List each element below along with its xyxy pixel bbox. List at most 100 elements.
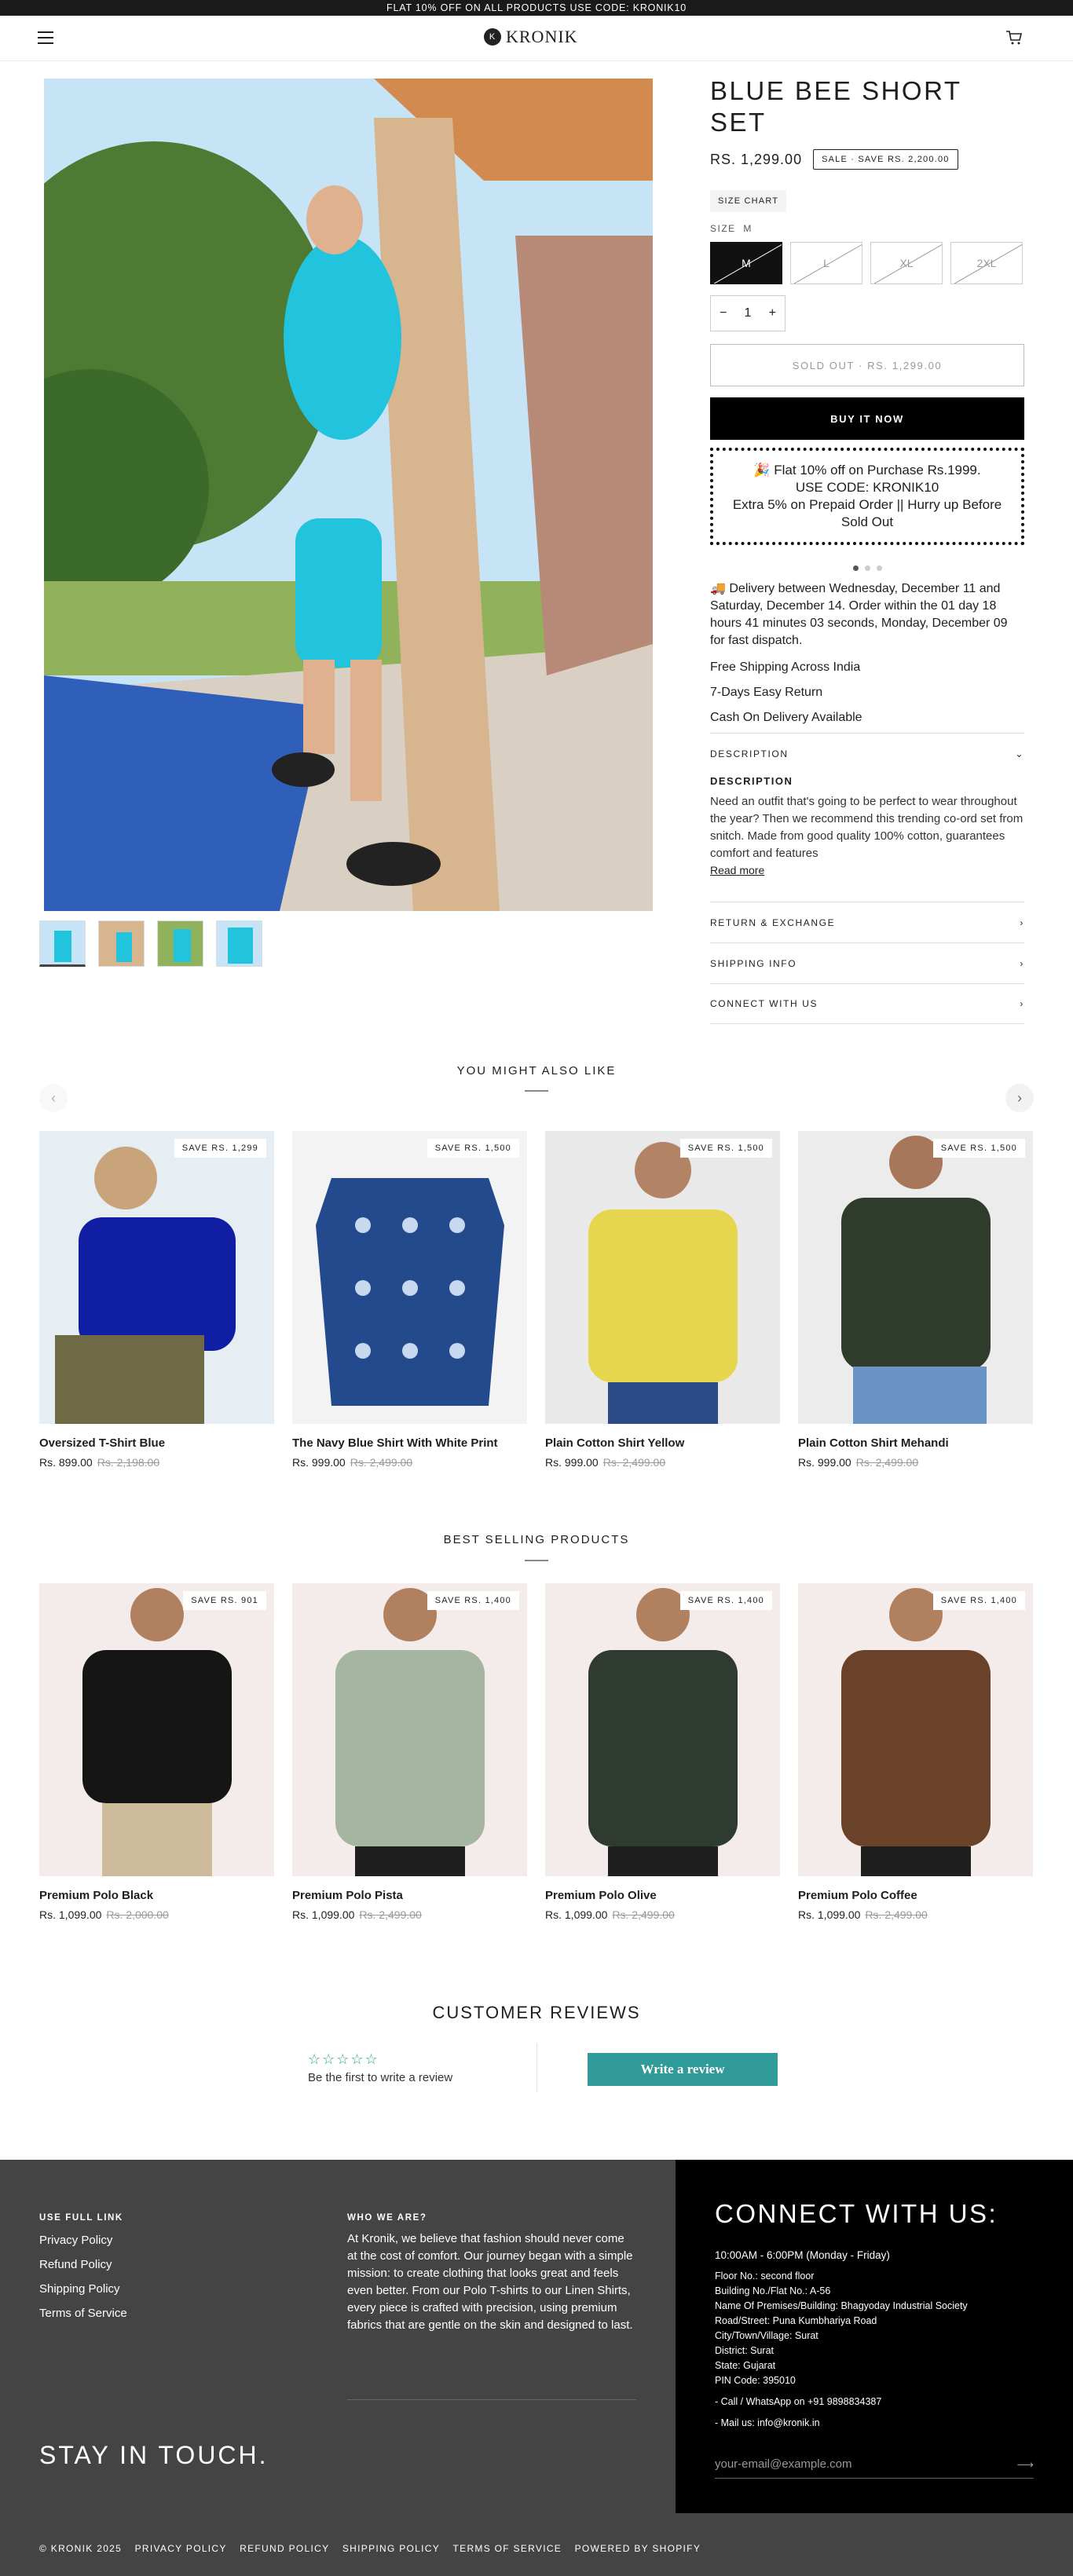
product-card[interactable]: SAVE RS. 901 Premium Polo Black Rs. 1,09… <box>39 1583 274 1921</box>
logo-text: KRONIK <box>506 27 578 46</box>
bottom-link-refund[interactable]: REFUND POLICY <box>240 2543 329 2554</box>
newsletter-email-input[interactable]: your-email@example.com ⟶ <box>715 2450 1034 2479</box>
announcement-bar: FLAT 10% OFF ON ALL PRODUCTS USE CODE: K… <box>0 0 1073 16</box>
qty-value[interactable]: 1 <box>745 306 752 320</box>
product-name[interactable]: Premium Polo Coffee <box>798 1889 1033 1902</box>
save-badge: SAVE RS. 1,500 <box>932 1139 1025 1158</box>
site-header: K KRONIK <box>0 16 1073 61</box>
thumbnail-4[interactable] <box>216 920 262 967</box>
size-option-l[interactable]: L <box>790 242 862 284</box>
footer-about-title: WHO WE ARE? <box>347 2213 427 2223</box>
product-price: RS. 1,299.00 <box>710 151 803 167</box>
chevron-right-icon: › <box>1020 957 1024 969</box>
thumbnail-3[interactable] <box>157 920 203 967</box>
thumbnail-1[interactable] <box>39 920 86 967</box>
product-card[interactable]: SAVE RS. 1,500 Plain Cotton Shirt Mehand… <box>798 1131 1033 1469</box>
save-badge: SAVE RS. 1,299 <box>174 1139 266 1158</box>
product-price: Rs. 999.00 Rs. 2,499.00 <box>292 1456 413 1469</box>
size-option-xl[interactable]: XL <box>870 242 943 284</box>
product-card-image[interactable]: SAVE RS. 1,400 <box>798 1583 1033 1876</box>
product-name[interactable]: Oversized T-Shirt Blue <box>39 1436 274 1450</box>
product-name[interactable]: Plain Cotton Shirt Yellow <box>545 1436 780 1450</box>
divider <box>536 2044 537 2092</box>
product-card[interactable]: SAVE RS. 1,400 Premium Polo Pista Rs. 1,… <box>292 1583 527 1921</box>
first-review-text: Be the first to write a review <box>308 2071 453 2084</box>
size-option-m[interactable]: M <box>710 242 782 284</box>
size-chart-button[interactable]: SIZE CHART <box>710 190 787 212</box>
footer-contact: CONNECT WITH US: 10:00AM - 6:00PM (Monda… <box>676 2160 1073 2513</box>
address-line: Floor No.: second floor <box>715 2270 815 2281</box>
product-name[interactable]: Premium Polo Black <box>39 1889 274 1902</box>
product-card-image[interactable]: SAVE RS. 1,299 <box>39 1131 274 1424</box>
footer-about-text: At Kronik, we believe that fashion shoul… <box>347 2232 633 2332</box>
footer-link-refund[interactable]: Refund Policy <box>39 2258 127 2271</box>
product-title: BLUE BEE SHORT SET <box>710 76 961 137</box>
product-price: Rs. 999.00 Rs. 2,499.00 <box>545 1456 666 1469</box>
accordion-shipping-info[interactable]: SHIPPING INFO › <box>710 942 1024 983</box>
product-name[interactable]: Plain Cotton Shirt Mehandi <box>798 1436 1033 1450</box>
accordion-connect[interactable]: CONNECT WITH US › <box>710 983 1024 1024</box>
product-card-image[interactable]: SAVE RS. 1,500 <box>545 1131 780 1424</box>
bottom-link-terms[interactable]: TERMS OF SERVICE <box>453 2543 562 2554</box>
bottom-link-privacy[interactable]: PRIVACY POLICY <box>135 2543 227 2554</box>
carousel-dots[interactable] <box>710 565 1024 571</box>
product-main-image[interactable] <box>44 79 653 911</box>
address-line: State: Gujarat <box>715 2360 776 2371</box>
size-option-2xl[interactable]: 2XL <box>950 242 1023 284</box>
offer-line-1: 🎉 Flat 10% off on Purchase Rs.1999. <box>753 463 981 478</box>
product-card-image[interactable]: SAVE RS. 1,500 <box>292 1131 527 1424</box>
rating-stars-icon: ☆☆☆☆☆ <box>308 2051 379 2067</box>
selected-size: M <box>743 223 753 234</box>
size-label: SIZE M <box>710 223 753 234</box>
product-info: BLUE BEE SHORT SET RS. 1,299.00 SALE · S… <box>710 75 1024 1024</box>
carousel-next-icon[interactable]: › <box>1005 1084 1034 1112</box>
sold-out-button[interactable]: SOLD OUT · RS. 1,299.00 <box>710 344 1024 386</box>
product-name[interactable]: Premium Polo Pista <box>292 1889 527 1902</box>
accordion-return-exchange[interactable]: RETURN & EXCHANGE › <box>710 902 1024 942</box>
product-card-image[interactable]: SAVE RS. 1,400 <box>545 1583 780 1876</box>
cart-icon[interactable] <box>1005 30 1023 46</box>
copyright: © KRONIK 2025 <box>39 2543 123 2554</box>
also-like-title: YOU MIGHT ALSO LIKE <box>456 1064 617 1078</box>
description-heading: DESCRIPTION <box>710 775 793 787</box>
product-card[interactable]: SAVE RS. 1,500 Plain Cotton Shirt Yellow… <box>545 1131 780 1469</box>
product-card-image[interactable]: SAVE RS. 1,500 <box>798 1131 1033 1424</box>
menu-icon[interactable] <box>38 31 53 44</box>
product-card-image[interactable]: SAVE RS. 1,400 <box>292 1583 527 1876</box>
bottom-link-shipping[interactable]: SHIPPING POLICY <box>342 2543 440 2554</box>
address-line: PIN Code: 395010 <box>715 2375 796 2386</box>
read-more-link[interactable]: Read more <box>710 864 764 876</box>
address-line: Building No./Flat No.: A-56 <box>715 2285 831 2296</box>
section-divider <box>525 1090 548 1092</box>
carousel-prev-icon[interactable]: ‹ <box>39 1084 68 1112</box>
footer-link-terms[interactable]: Terms of Service <box>39 2307 127 2320</box>
qty-plus-button[interactable]: + <box>769 306 776 320</box>
product-name[interactable]: Premium Polo Olive <box>545 1889 780 1902</box>
footer-link-privacy[interactable]: Privacy Policy <box>39 2234 127 2247</box>
save-badge: SAVE RS. 1,400 <box>679 1591 772 1610</box>
offer-line-3: Extra 5% on Prepaid Order || Hurry up Be… <box>732 497 1002 529</box>
product-name[interactable]: The Navy Blue Shirt With White Print <box>292 1436 527 1450</box>
site-logo[interactable]: K KRONIK <box>484 27 578 47</box>
write-review-button[interactable]: Write a review <box>588 2053 778 2086</box>
size-options: M L XL 2XL <box>710 242 1024 284</box>
thumbnail-2[interactable] <box>98 920 145 967</box>
product-card[interactable]: SAVE RS. 1,400 Premium Polo Olive Rs. 1,… <box>545 1583 780 1921</box>
chevron-down-icon: ⌄ <box>1015 748 1024 759</box>
accordion-description[interactable]: DESCRIPTION ⌄ <box>710 733 1024 774</box>
submit-arrow-icon[interactable]: ⟶ <box>1016 2457 1034 2472</box>
thumbnail-strip <box>39 920 262 967</box>
powered-by-link[interactable]: POWERED BY SHOPIFY <box>575 2543 701 2554</box>
qty-minus-button[interactable]: − <box>720 306 727 320</box>
save-badge: SAVE RS. 1,400 <box>932 1591 1025 1610</box>
product-card[interactable]: SAVE RS. 1,299 Oversized T-Shirt Blue Rs… <box>39 1131 274 1469</box>
product-price: Rs. 1,099.00 Rs. 2,499.00 <box>545 1908 675 1921</box>
buy-it-now-button[interactable]: BUY IT NOW <box>710 397 1024 440</box>
footer-link-shipping[interactable]: Shipping Policy <box>39 2282 127 2296</box>
contact-phone[interactable]: - Call / WhatsApp on +91 9898834387 <box>715 2395 968 2410</box>
product-price: Rs. 999.00 Rs. 2,499.00 <box>798 1456 919 1469</box>
product-card[interactable]: SAVE RS. 1,400 Premium Polo Coffee Rs. 1… <box>798 1583 1033 1921</box>
product-card[interactable]: SAVE RS. 1,500 The Navy Blue Shirt With … <box>292 1131 527 1469</box>
contact-email[interactable]: - Mail us: info@kronik.in <box>715 2416 968 2431</box>
product-card-image[interactable]: SAVE RS. 901 <box>39 1583 274 1876</box>
